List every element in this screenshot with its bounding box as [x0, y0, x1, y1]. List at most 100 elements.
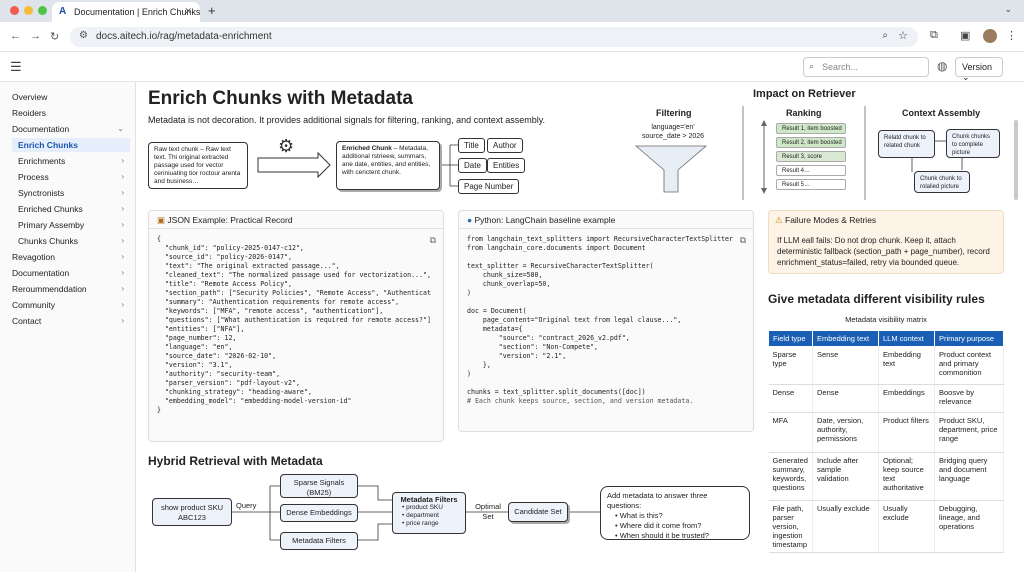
table-row: Sparse type Sense Embedding text Product co… [768, 346, 1004, 385]
table-cell: Boosve by relevance [934, 384, 1004, 413]
code-line: "cleaned_text": "The normalized passage … [157, 271, 431, 279]
ranking-result-3: Result 3, score [776, 151, 846, 162]
question-item: • When should it be trusted? [615, 531, 709, 540]
filter-condition-2: source_date > 2026 [641, 133, 705, 140]
code-line: ) [467, 289, 471, 297]
mf-item: • product SKU [402, 504, 443, 511]
page-scrollbar[interactable] [1014, 120, 1018, 200]
code-line: "chunking_strategy": "heading-aware", [157, 388, 312, 396]
table-cell: Usually exclude [812, 500, 879, 553]
tag-page-number: Page Number [458, 179, 520, 194]
code-line: "text": "The original extracted passage.… [157, 262, 340, 270]
mf-item-text: product SKU [406, 504, 443, 511]
three-questions-box: Add metadata to answer three questions: … [600, 486, 750, 540]
code-line: "title": "Remote Access Policy", [157, 280, 292, 288]
table-row: MFA Date, version, authority, permissions… [768, 412, 1004, 453]
code-line: # Each chunk keeps source, section, and … [467, 397, 694, 405]
ranking-result-2: Result 2, item boosted [776, 137, 846, 148]
raw-chunk-text: Raw text chunk – Raw text text. Thi orig… [154, 146, 241, 185]
metadata-filters-box: Metadata Filters [280, 532, 358, 550]
code-line: "summary": "Authentication requirements … [157, 298, 400, 306]
code-line: page_content="Original text from legal c… [467, 316, 682, 324]
table-cell: Sparse type [768, 346, 813, 385]
table-row: Generated summary, keywords, questions In… [768, 452, 1004, 501]
code-line: "version": "2.1", [467, 352, 567, 360]
table-cell: Sense [812, 346, 879, 385]
table-cell: Embedding text [878, 346, 935, 385]
code-file-icon: ▣ [157, 215, 166, 225]
table-cell: Debugging, lineage, and operations [934, 500, 1004, 553]
raw-chunk-box: Raw text chunk – Raw text text. Thi orig… [148, 142, 248, 189]
code-line: "version": "3.1", [157, 361, 233, 369]
gears-icon: ⚙ [278, 136, 295, 156]
ranking-result-5: Result 5… [776, 179, 846, 190]
json-example-card: ▣ JSON Example: Practical Record ⧉ { "ch… [148, 210, 444, 442]
enriched-chunk-label: Enriched Chunk [342, 145, 392, 152]
copy-icon[interactable]: ⧉ [740, 235, 746, 246]
failure-modes-callout: ⚠ Failure Modes & Retries If LLM eall fa… [768, 210, 1004, 274]
context-box-3: Chunk chunk to rolalied picture [914, 171, 970, 193]
code-line: } [157, 406, 161, 414]
code-line: }, [467, 361, 491, 369]
question-text: Where did it come from? [619, 521, 702, 530]
optimal-set-label: Optimal Set [475, 502, 501, 521]
code-line: "language": "en", [157, 343, 233, 351]
arrow-up-icon [761, 120, 767, 126]
tag-author: Author [487, 138, 523, 153]
json-code-block: { "chunk_id": "policy-2025-0147-c12", "s… [149, 229, 443, 415]
tag-title: Title [458, 138, 485, 153]
table-cell: Bridging query and document language [934, 452, 1004, 501]
code-line: "section_path": ["Security Policies", "R… [157, 289, 431, 297]
query-label: Query [236, 501, 257, 510]
json-card-header: ▣ JSON Example: Practical Record [149, 211, 443, 229]
code-line: "entities": ["NFA"], [157, 325, 245, 333]
mf-title: Metadata Filters [400, 495, 458, 504]
filter-condition-1: language='en' [651, 124, 695, 131]
json-card-title: JSON Example: Practical Record [167, 215, 293, 225]
column-header: LLM context [878, 330, 935, 347]
hybrid-heading: Hybrid Retrieval with Metadata [148, 454, 323, 468]
enriched-chunk-box: Enriched Chunk – Metadata, additional rs… [336, 141, 440, 190]
column-header: Embedding text [812, 330, 879, 347]
warning-icon: ⚠ [775, 215, 783, 225]
table-cell: Dense [768, 384, 813, 413]
visibility-matrix-table: Field type Embedding text LLM context Pr… [768, 330, 1004, 553]
table-cell: File path, parser version, ingestion tim… [768, 500, 813, 553]
table-cell: Embeddings [878, 384, 935, 413]
table-cell: Product context and primary commonition [934, 346, 1004, 385]
code-line: "keywords": ["MFA", "remote access", "au… [157, 307, 384, 315]
code-line: chunk_overlap=50, [467, 280, 551, 288]
failure-header: ⚠ Failure Modes & Retries [775, 215, 876, 226]
code-line: from langchain_text_splitters import Rec… [467, 235, 733, 243]
table-cell: Generated summary, keywords, questions [768, 452, 813, 501]
failure-body: If LLM eall fails: Do not drop chunk. Ke… [777, 236, 990, 267]
code-line: "source_date": "2026-02-10", [157, 352, 277, 360]
code-line: "parser_version": "pdf-layout-v2", [157, 379, 300, 387]
mf-item: • price range [402, 520, 439, 527]
filter-funnel [634, 145, 708, 193]
failure-title: Failure Modes & Retries [785, 215, 877, 225]
ranking-result-4: Result 4… [776, 165, 846, 176]
code-line: "authority": "security-team", [157, 370, 281, 378]
ranking-results: Result 1, item boosted Result 2, item bo… [776, 123, 848, 193]
context-box-2: Chunk chunks to complete picture [946, 129, 1000, 158]
ranking-result-1: Result 1, item boosted [776, 123, 846, 134]
python-example-card: ● Python: LangChain baseline example ⧉ f… [458, 210, 754, 432]
copy-icon[interactable]: ⧉ [430, 235, 436, 246]
table-cell: MFA [768, 412, 813, 453]
context-assembly-title: Context Assembly [902, 108, 981, 118]
table-cell: Optional; keep source text authoritative [878, 452, 935, 501]
code-line: { [157, 235, 161, 243]
question-item: • What is this? [615, 511, 663, 520]
code-line: "embedding_model": "embedding-model-vers… [157, 397, 352, 405]
code-line: doc = Document( [467, 307, 527, 315]
code-line: text_splitter = RecursiveCharacterTextSp… [467, 262, 654, 270]
code-line: "source": "contract_2026_v2.pdf", [467, 334, 630, 342]
impact-title: Impact on Retriever [753, 88, 856, 100]
filtering-title: Filtering [656, 108, 692, 118]
dense-embeddings-box: Dense Embeddings [280, 504, 358, 522]
ranking-title: Ranking [786, 108, 822, 118]
query-box: show product SKU ABC123 [152, 498, 232, 526]
